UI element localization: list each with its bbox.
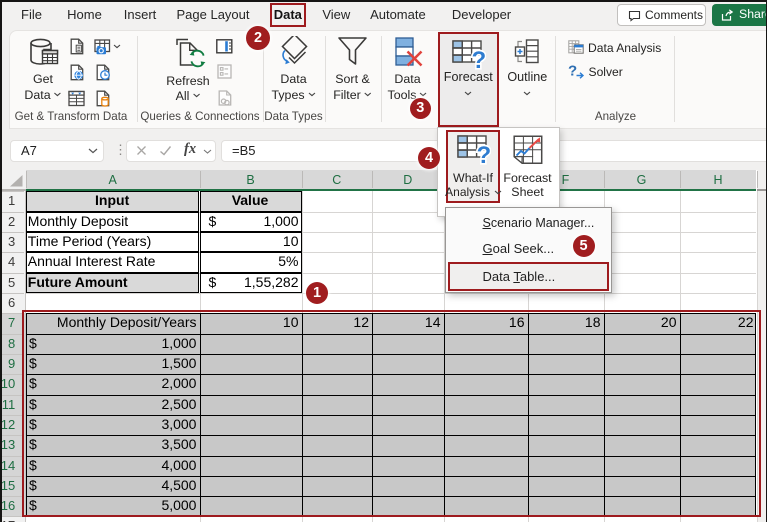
svg-text:?: ?	[568, 64, 577, 79]
svg-text:?: ?	[476, 142, 491, 165]
svg-text:?: ?	[471, 47, 486, 70]
